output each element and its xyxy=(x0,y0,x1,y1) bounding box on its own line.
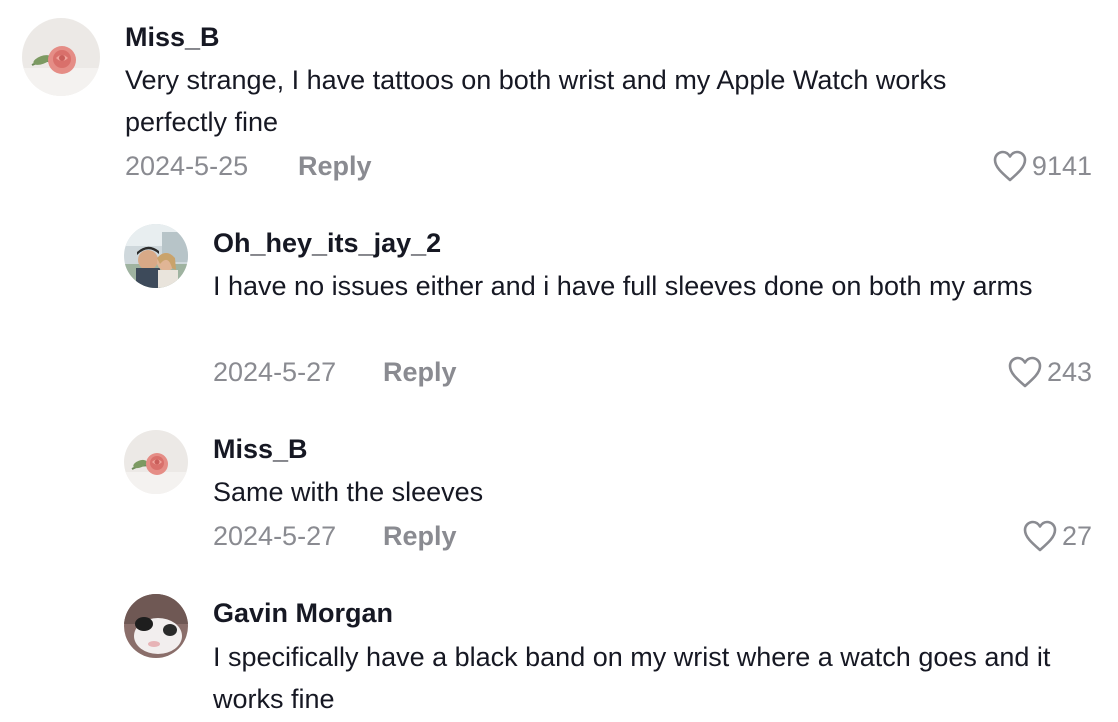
comment-date: 2024-5-27 xyxy=(213,357,337,387)
comment-text: Very strange, I have tattoos on both wri… xyxy=(125,65,947,137)
couple-photo-avatar-icon xyxy=(124,224,188,288)
rose-avatar-icon xyxy=(124,430,188,494)
like-count: 9141 xyxy=(1031,150,1092,181)
like-count: 27 xyxy=(1061,520,1092,551)
like-button[interactable]: 243 xyxy=(1007,355,1092,389)
reply-button[interactable]: Reply xyxy=(298,151,372,182)
comment-date: 2024-5-27 xyxy=(213,521,337,551)
comment-username[interactable]: Oh_hey_its_jay_2 xyxy=(213,228,441,259)
like-button[interactable]: 9141 xyxy=(992,149,1092,183)
rose-avatar-icon xyxy=(22,18,100,96)
comment-date: 2024-5-25 xyxy=(125,151,249,181)
user-avatar[interactable] xyxy=(124,224,188,288)
cat-avatar-icon xyxy=(124,594,188,658)
reply-button[interactable]: Reply xyxy=(383,521,457,552)
comment-text: I have no issues either and i have full … xyxy=(213,271,1033,301)
user-avatar[interactable] xyxy=(22,18,100,96)
like-button[interactable]: 27 xyxy=(1022,519,1092,553)
comment-username[interactable]: Gavin Morgan xyxy=(213,598,393,629)
comment-text: Same with the sleeves xyxy=(213,477,484,507)
heart-icon xyxy=(1008,356,1042,388)
user-avatar[interactable] xyxy=(124,430,188,494)
reply-button[interactable]: Reply xyxy=(383,357,457,388)
user-avatar[interactable] xyxy=(124,594,188,658)
heart-icon xyxy=(993,150,1027,182)
like-count: 243 xyxy=(1046,356,1092,387)
comment-username[interactable]: Miss_B xyxy=(125,22,220,53)
heart-icon xyxy=(1023,520,1057,552)
comment-username[interactable]: Miss_B xyxy=(213,434,308,465)
comment-text: I specifically have a black band on my w… xyxy=(213,642,1051,714)
